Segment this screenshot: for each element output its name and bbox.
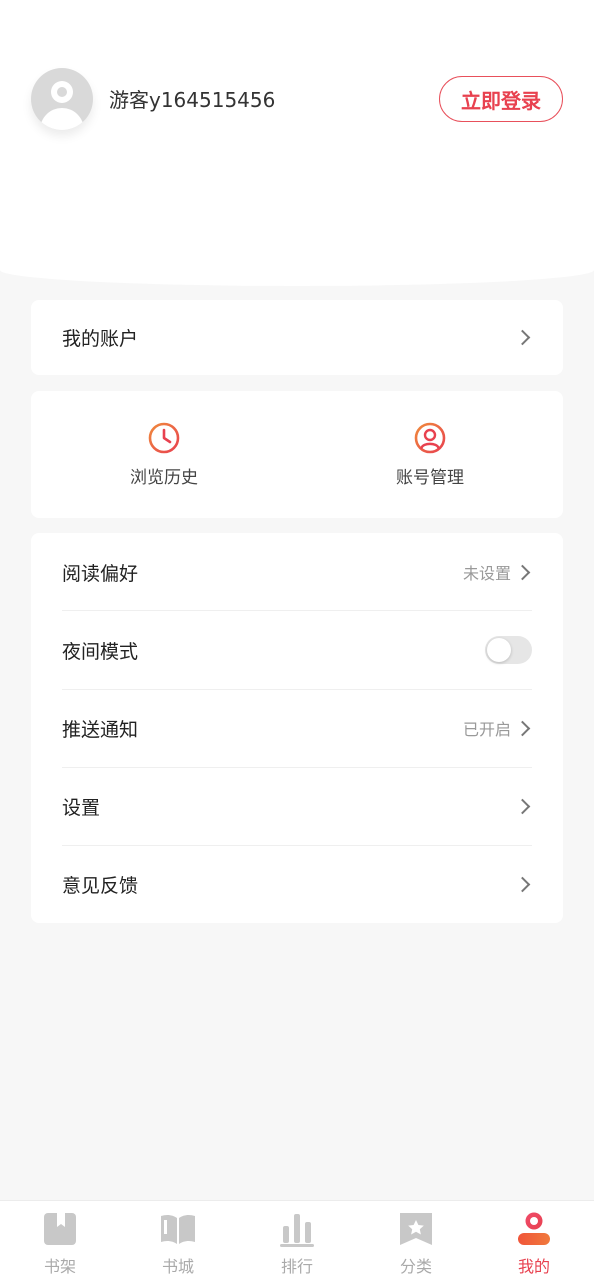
tab-me[interactable]: 我的 [484,1211,584,1277]
account-management-button[interactable]: 账号管理 [330,421,530,488]
my-account-row[interactable]: 我的账户 [31,300,563,375]
bookshelf-icon [42,1211,78,1247]
feedback-label: 意见反馈 [62,874,139,897]
reading-preference-right: 未设置 [463,560,532,584]
my-account-right [511,329,532,346]
push-notification-right: 已开启 [463,716,532,740]
tab-ranking[interactable]: 排行 [247,1211,347,1277]
tab-bookstore-label: 书城 [161,1257,194,1276]
open-book-icon [160,1211,196,1247]
my-account-label: 我的账户 [62,328,139,350]
tab-bookstore[interactable]: 书城 [128,1211,228,1277]
push-notification-row[interactable]: 推送通知 已开启 [62,689,532,767]
profile-section: 游客y164515456 立即登录 [31,68,563,132]
night-mode-row: 夜间模式 [62,611,532,689]
bottom-tab-bar: 书架 书城 排行 分类 我的 [0,1200,594,1280]
clock-icon [147,421,181,455]
user-circle-icon [413,421,447,455]
chevron-right-icon [514,798,531,814]
avatar[interactable] [31,68,93,130]
shortcut-card: 浏览历史 账号管理 [31,391,563,518]
browse-history-button[interactable]: 浏览历史 [64,421,264,488]
chevron-right-icon [514,564,531,580]
reading-preference-label: 阅读偏好 [62,562,139,585]
chevron-right-icon [514,720,531,736]
avatar-body-shape [40,108,84,130]
ranking-bars-icon [279,1211,315,1247]
tab-ranking-label: 排行 [280,1257,313,1276]
settings-label: 设置 [62,796,101,819]
my-account-row-inner: 我的账户 [62,300,532,375]
night-mode-toggle[interactable] [485,636,532,664]
push-notification-label: 推送通知 [62,718,139,741]
toggle-knob [487,638,511,662]
header-background [0,0,594,286]
browse-history-label: 浏览历史 [130,468,198,488]
night-mode-label: 夜间模式 [62,640,139,663]
reading-preference-row[interactable]: 阅读偏好 未设置 [62,533,532,611]
me-user-icon [516,1211,552,1247]
chevron-right-icon [514,329,531,346]
push-notification-value: 已开启 [462,720,511,739]
settings-list: 阅读偏好 未设置 夜间模式 推送通知 已开启 设置 意见反馈 [31,533,563,923]
tab-category-label: 分类 [399,1257,432,1276]
account-management-label: 账号管理 [396,468,464,488]
tab-category[interactable]: 分类 [366,1211,466,1277]
settings-right [511,798,532,814]
category-star-icon [398,1211,434,1247]
avatar-head-shape [51,81,73,103]
feedback-right [511,876,532,892]
tab-me-label: 我的 [517,1257,550,1276]
reading-preference-value: 未设置 [462,564,511,583]
night-mode-right [485,636,532,664]
login-button[interactable]: 立即登录 [439,76,563,122]
feedback-row[interactable]: 意见反馈 [62,845,532,923]
tab-bookshelf-label: 书架 [43,1257,76,1276]
username: 游客y164515456 [109,88,276,112]
settings-row[interactable]: 设置 [62,767,532,845]
chevron-right-icon [514,876,531,892]
tab-bookshelf[interactable]: 书架 [10,1211,110,1277]
